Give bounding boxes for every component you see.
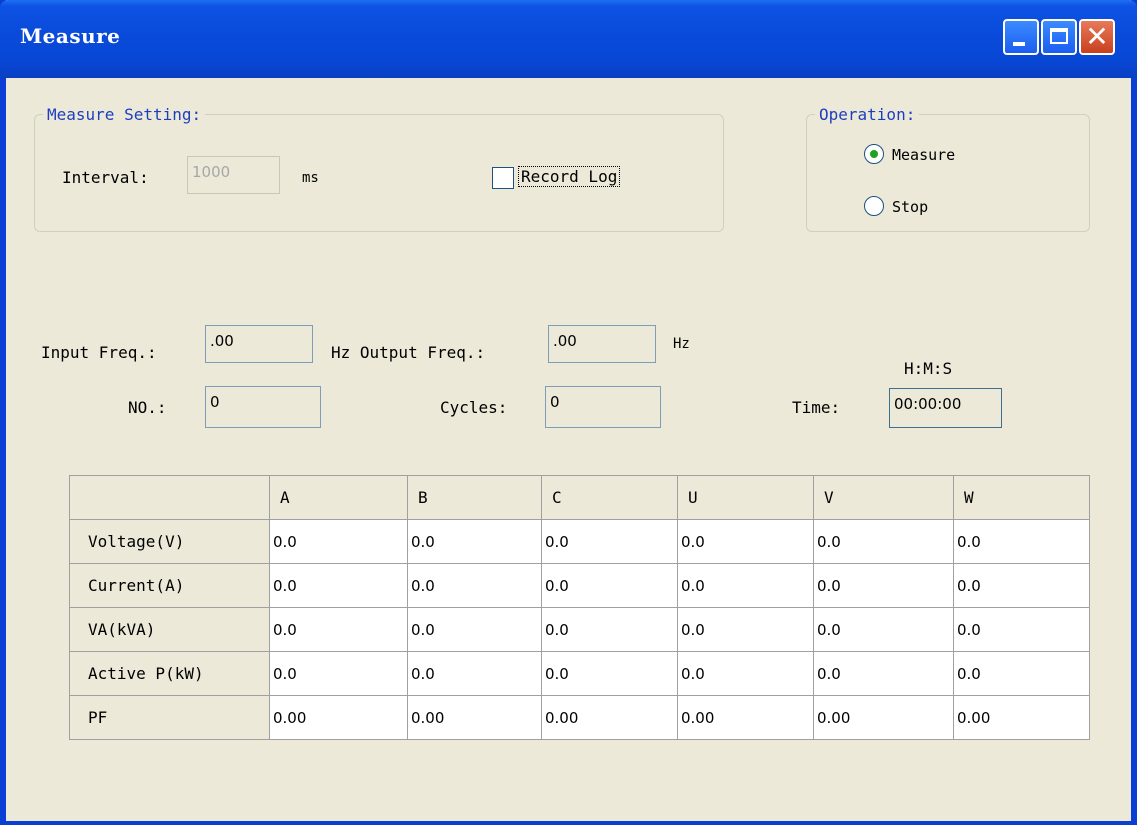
measure-radio-label[interactable]: Measure	[892, 146, 955, 164]
interval-unit: ms	[302, 170, 319, 186]
table-row: Active P(kW) 0.0 0.0 0.0 0.0 0.0 0.0	[69, 651, 1090, 696]
table-cell[interactable]: 0.0	[953, 519, 1090, 564]
measure-radio[interactable]	[864, 144, 884, 164]
maximize-button[interactable]	[1041, 19, 1077, 55]
stop-radio-label[interactable]: Stop	[892, 198, 928, 216]
table-row: PF 0.00 0.00 0.00 0.00 0.00 0.00	[69, 695, 1090, 740]
interval-input[interactable]: 1000	[187, 156, 280, 194]
table-row: Current(A) 0.0 0.0 0.0 0.0 0.0 0.0	[69, 563, 1090, 608]
output-freq-label: Hz Output Freq.:	[331, 343, 486, 362]
table-cell[interactable]: 0.0	[541, 563, 678, 608]
title-bar[interactable]: Measure ✕	[0, 0, 1137, 78]
table-cell[interactable]: 0.0	[953, 563, 1090, 608]
stop-radio[interactable]	[864, 196, 884, 216]
row-label: PF	[69, 695, 270, 740]
window-title: Measure	[20, 24, 121, 48]
table-cell[interactable]: 0.0	[813, 563, 954, 608]
table-cell[interactable]: 0.0	[407, 651, 542, 696]
operation-group: Operation:	[806, 105, 1090, 232]
radio-selected-dot	[870, 150, 878, 158]
table-header-cell: B	[407, 475, 542, 520]
table-cell[interactable]: 0.0	[541, 519, 678, 564]
table-header-cell: A	[269, 475, 408, 520]
table-cell[interactable]: 0.0	[541, 607, 678, 652]
measure-setting-legend: Measure Setting:	[43, 105, 206, 124]
close-button[interactable]: ✕	[1079, 19, 1115, 55]
table-cell[interactable]: 0.0	[407, 563, 542, 608]
table-cell[interactable]: 0.0	[677, 651, 814, 696]
table-cell[interactable]: 0.00	[407, 695, 542, 740]
table-header-row: A B C U V W	[69, 475, 1090, 520]
table-header-cell: W	[953, 475, 1090, 520]
row-label: VA(kVA)	[69, 607, 270, 652]
table-cell[interactable]: 0.0	[407, 607, 542, 652]
table-header-cell: C	[541, 475, 678, 520]
table-cell[interactable]: 0.0	[269, 519, 408, 564]
cycles-field: 0	[545, 386, 661, 428]
no-field: 0	[205, 386, 321, 428]
input-freq-label: Input Freq.:	[41, 343, 157, 362]
cycles-label: Cycles:	[440, 398, 508, 417]
table-cell[interactable]: 0.0	[953, 651, 1090, 696]
table-cell[interactable]: 0.0	[269, 651, 408, 696]
no-label: NO.:	[128, 398, 167, 417]
minimize-button[interactable]	[1003, 19, 1039, 55]
time-field: 00:00:00	[889, 388, 1002, 428]
table-cell[interactable]: 0.0	[813, 607, 954, 652]
measurement-table: A B C U V W Voltage(V) 0.0 0.0 0.0 0.0 0…	[69, 475, 1090, 740]
table-cell[interactable]: 0.00	[953, 695, 1090, 740]
table-cell[interactable]: 0.00	[541, 695, 678, 740]
table-header-cell: U	[677, 475, 814, 520]
table-cell[interactable]: 0.0	[813, 519, 954, 564]
minimize-icon	[1013, 42, 1025, 46]
table-cell[interactable]: 0.0	[677, 563, 814, 608]
time-label: Time:	[792, 398, 841, 417]
table-cell[interactable]: 0.0	[407, 519, 542, 564]
output-freq-field: .00	[548, 325, 656, 363]
table-cell[interactable]: 0.00	[813, 695, 954, 740]
table-cell[interactable]: 0.0	[677, 607, 814, 652]
record-log-checkbox[interactable]	[492, 167, 514, 189]
table-cell[interactable]: 0.0	[269, 607, 408, 652]
measure-window: Measure ✕ Measure Setting: Interval: 100…	[0, 0, 1137, 825]
table-cell[interactable]: 0.0	[541, 651, 678, 696]
table-header-cell: V	[813, 475, 954, 520]
table-cell[interactable]: 0.00	[269, 695, 408, 740]
row-label: Active P(kW)	[69, 651, 270, 696]
input-freq-field: .00	[205, 325, 313, 363]
maximize-icon	[1050, 28, 1068, 44]
table-row: VA(kVA) 0.0 0.0 0.0 0.0 0.0 0.0	[69, 607, 1090, 652]
table-header-cell	[69, 475, 270, 520]
row-label: Current(A)	[69, 563, 270, 608]
table-cell[interactable]: 0.0	[953, 607, 1090, 652]
record-log-label[interactable]: Record Log	[518, 166, 621, 187]
table-cell[interactable]: 0.0	[677, 519, 814, 564]
table-cell[interactable]: 0.0	[813, 651, 954, 696]
table-cell[interactable]: 0.0	[269, 563, 408, 608]
table-cell[interactable]: 0.00	[677, 695, 814, 740]
row-label: Voltage(V)	[69, 519, 270, 564]
output-freq-unit: Hz	[673, 336, 690, 352]
table-row: Voltage(V) 0.0 0.0 0.0 0.0 0.0 0.0	[69, 519, 1090, 564]
hms-label: H:M:S	[904, 359, 953, 378]
operation-legend: Operation:	[815, 105, 920, 124]
close-icon: ✕	[1085, 20, 1109, 53]
interval-label: Interval:	[62, 168, 149, 187]
